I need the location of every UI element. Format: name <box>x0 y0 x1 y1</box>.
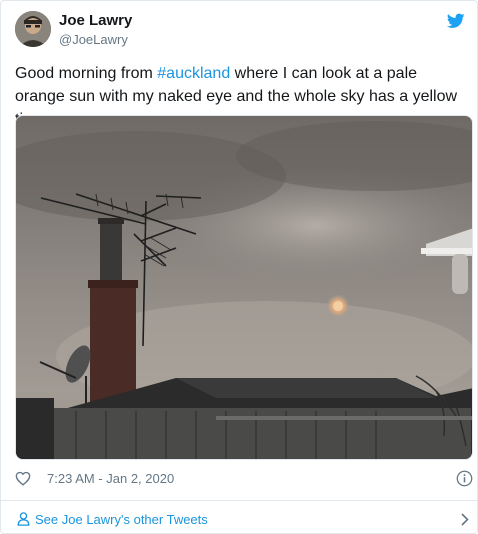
tweet-meta: 7:23 AM - Jan 2, 2020 <box>15 469 473 489</box>
tweet-text-part: Good morning from <box>15 65 158 82</box>
see-other-tweets-link[interactable]: See Joe Lawry's other Tweets <box>15 510 473 530</box>
tweet-timestamp[interactable]: 7:23 AM - Jan 2, 2020 <box>47 471 174 486</box>
heart-outline-icon[interactable] <box>15 471 31 486</box>
see-other-tweets-label[interactable]: See Joe Lawry's other Tweets <box>35 512 208 527</box>
tweet-photo[interactable] <box>15 115 473 460</box>
twitter-bird-icon[interactable] <box>447 13 465 29</box>
user-handle[interactable]: @JoeLawry <box>59 32 128 47</box>
chevron-right-icon <box>461 513 469 526</box>
person-icon <box>17 512 30 526</box>
footer-divider <box>1 500 477 501</box>
info-circle-icon[interactable] <box>456 470 473 487</box>
hashtag-link[interactable]: #auckland <box>157 65 230 82</box>
avatar[interactable] <box>15 11 51 47</box>
tweet-card: Joe Lawry @JoeLawry Good morning from #a… <box>0 0 478 534</box>
display-name[interactable]: Joe Lawry <box>59 12 132 29</box>
